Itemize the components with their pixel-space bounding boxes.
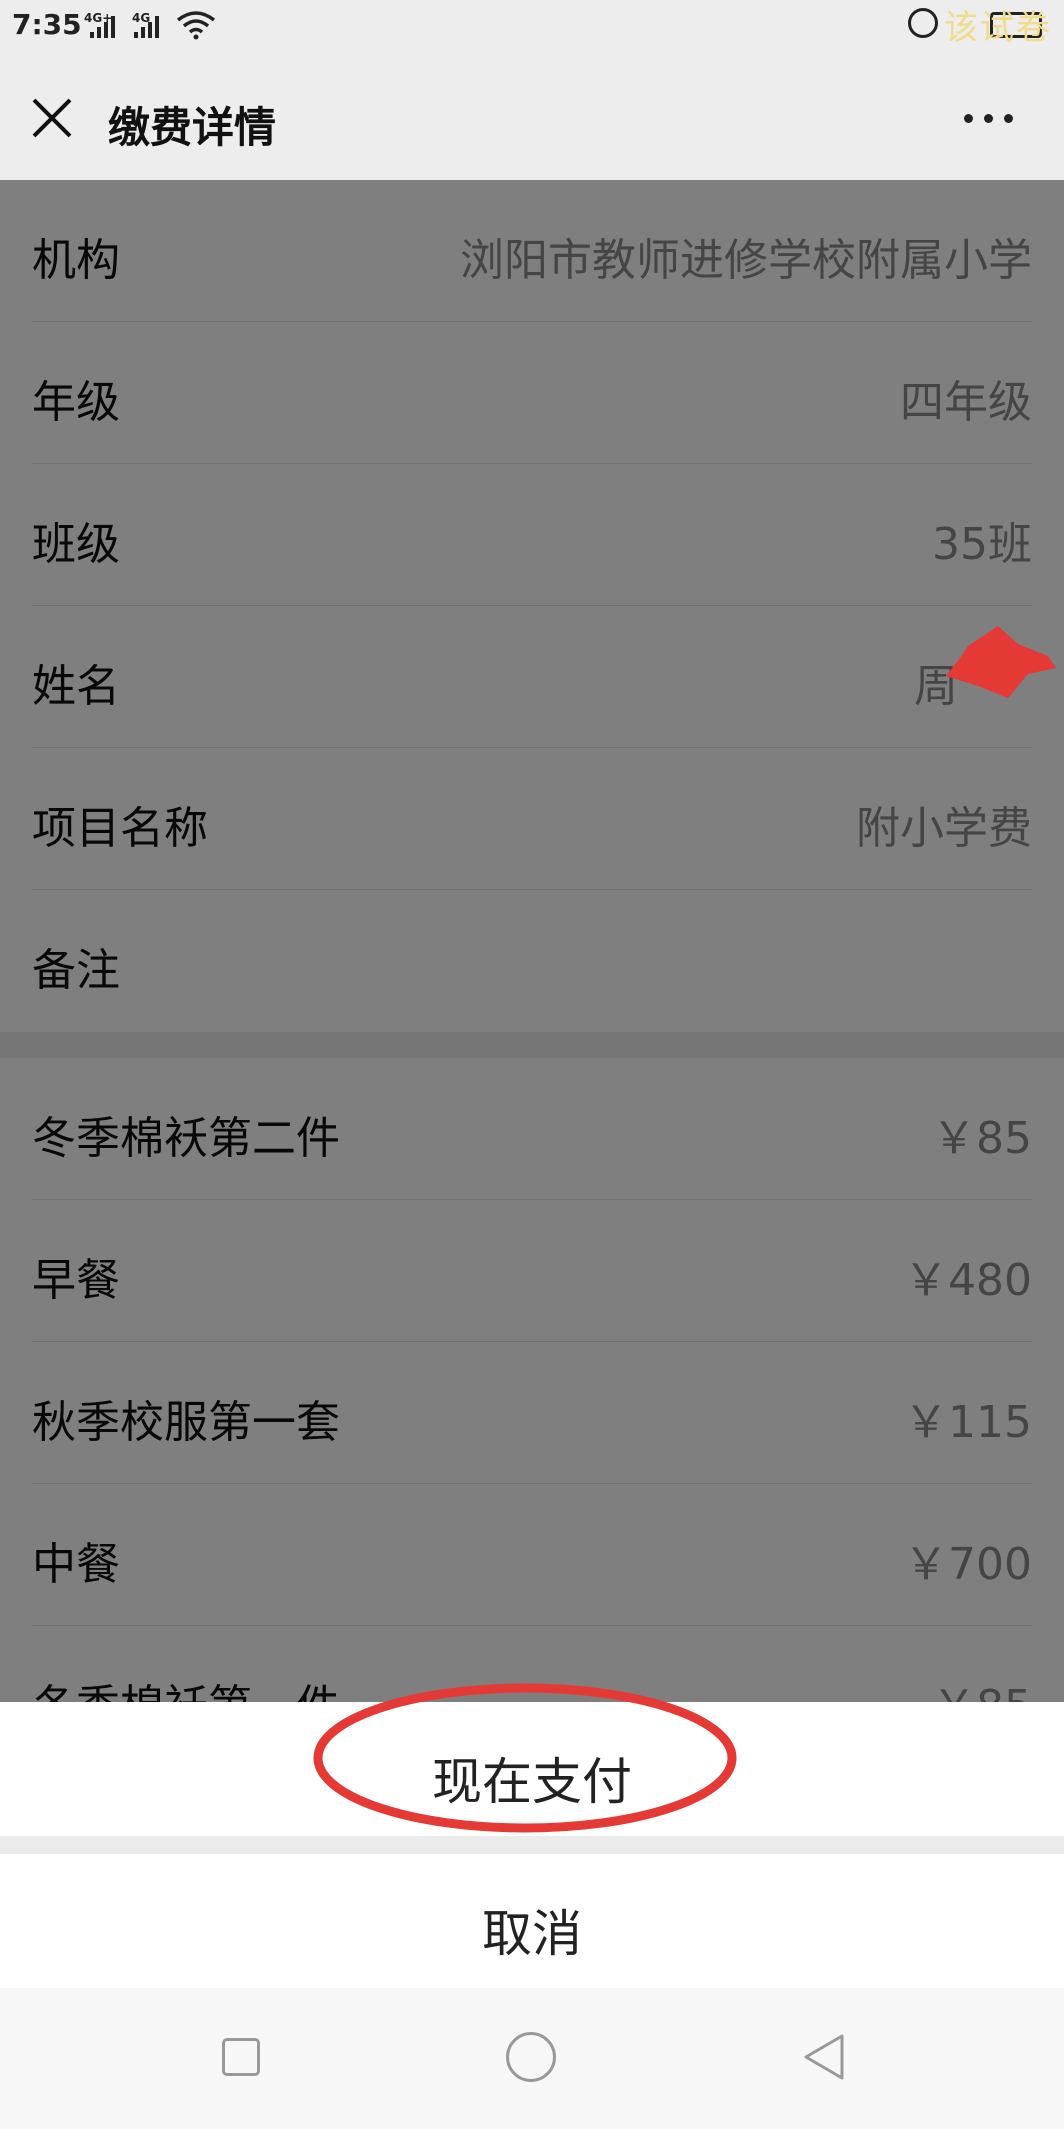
- page-title: 缴费详情: [108, 103, 277, 152]
- status-time: 7:35: [12, 8, 82, 41]
- nav-header: 缴费详情: [0, 52, 1064, 180]
- close-icon[interactable]: [30, 96, 74, 140]
- cancel-button[interactable]: 取消: [0, 1854, 1064, 1988]
- watermark: 该试卷: [944, 8, 1052, 48]
- nav-recent-icon[interactable]: [222, 2038, 260, 2076]
- annotation-circle: [313, 1683, 737, 1833]
- status-bar: 7:35 4G+ 4G 该试卷: [0, 0, 1064, 52]
- sheet-divider: [0, 1836, 1064, 1854]
- wifi-icon: [176, 11, 216, 40]
- nav-home-icon[interactable]: [506, 2032, 556, 2082]
- cancel-label: 取消: [482, 1905, 582, 1963]
- system-nav-bar: [0, 1988, 1064, 2129]
- lock-icon: [908, 8, 938, 38]
- modal-overlay[interactable]: [0, 180, 1064, 1702]
- more-icon[interactable]: [964, 114, 1014, 126]
- signal-bars-1-icon: [90, 16, 118, 38]
- redaction-scribble: [946, 626, 1056, 698]
- nav-back-icon[interactable]: [800, 2032, 846, 2082]
- signal-bars-2-icon: [134, 16, 162, 38]
